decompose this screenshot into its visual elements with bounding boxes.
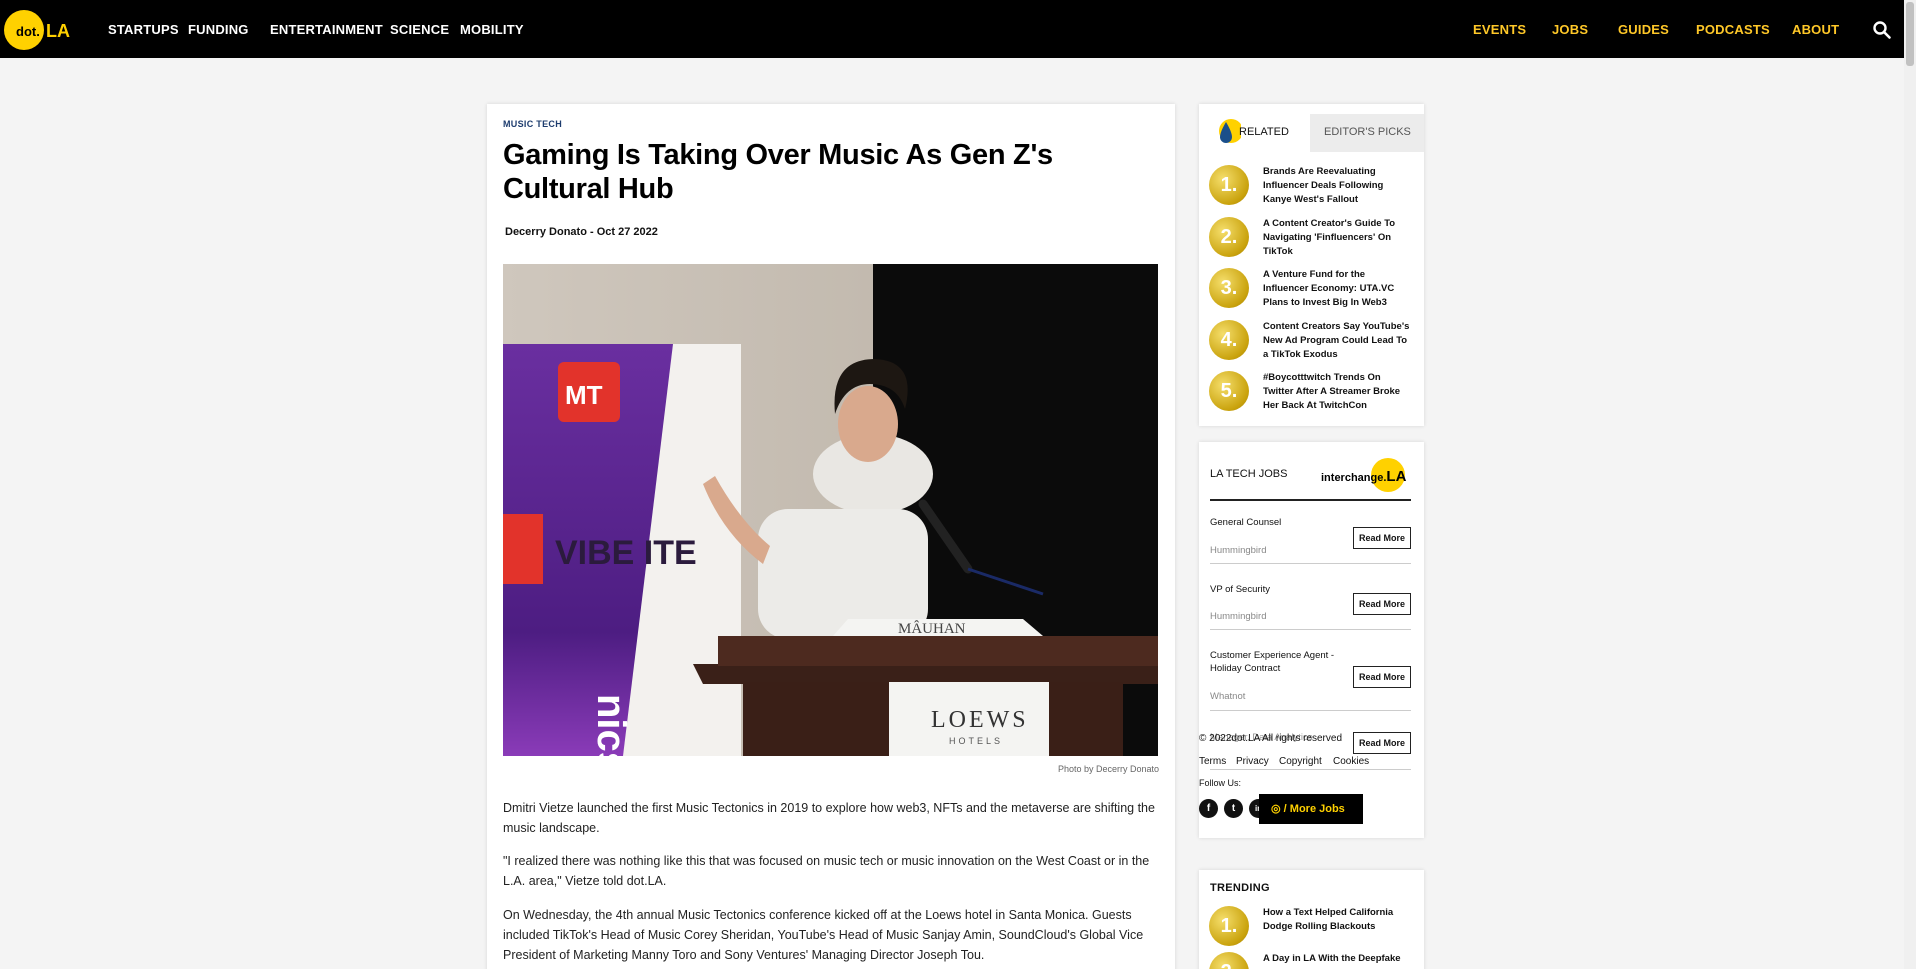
job-company: Hummingbird: [1210, 611, 1267, 622]
tab-related-label: RELATED: [1239, 126, 1289, 138]
page-scrollbar[interactable]: [1904, 0, 1916, 969]
related-item[interactable]: 2. A Content Creator's Guide To Navigati…: [1209, 217, 1419, 265]
article-title: Gaming Is Taking Over Music As Gen Z's C…: [503, 139, 1053, 205]
article-byline: Decerry Donato - Oct 27 2022: [505, 226, 658, 238]
copyright-text: © 2022dot.LA All rights reserved: [1199, 733, 1343, 744]
footer-link-terms[interactable]: Terms: [1199, 756, 1226, 767]
related-item-title: Content Creators Say YouTube's New Ad Pr…: [1263, 321, 1410, 360]
nav-about[interactable]: ABOUT: [1792, 22, 1839, 37]
droplet-icon: [1219, 119, 1241, 143]
nav-mobility[interactable]: MOBILITY: [460, 22, 524, 37]
jobs-divider: [1210, 499, 1411, 501]
logo-la-text: LA: [46, 21, 70, 41]
more-jobs-button[interactable]: ◎ / More Jobs: [1259, 794, 1363, 824]
footer-link-privacy[interactable]: Privacy: [1236, 756, 1269, 767]
article-category[interactable]: MUSIC TECH: [503, 119, 562, 129]
article-paragraph-3: On Wednesday, the 4th annual Music Tecto…: [503, 908, 1144, 962]
nav-events[interactable]: EVENTS: [1473, 22, 1526, 37]
trending-panel: TRENDING 1. How a Text Helped California…: [1199, 870, 1424, 969]
dotla-logo[interactable]: dot. LA: [4, 10, 70, 50]
related-item[interactable]: 4. Content Creators Say YouTube's New Ad…: [1209, 320, 1419, 368]
top-nav: dot. LA STARTUPS FUNDING ENTERTAINMENT S…: [0, 0, 1904, 58]
read-more-button[interactable]: Read More: [1353, 666, 1411, 688]
job-divider: [1210, 629, 1411, 630]
twitter-icon[interactable]: t: [1224, 799, 1243, 818]
nav-funding[interactable]: FUNDING: [188, 22, 249, 37]
read-more-button[interactable]: Read More: [1353, 593, 1411, 615]
tab-editors-picks[interactable]: EDITOR'S PICKS: [1310, 114, 1424, 152]
job-title[interactable]: VP of Security: [1210, 583, 1350, 596]
related-item[interactable]: 3. A Venture Fund for the Influencer Eco…: [1209, 268, 1419, 316]
rank-medal-icon: 1.: [1209, 906, 1249, 946]
related-item-title: A Content Creator's Guide To Navigating …: [1263, 218, 1396, 257]
tab-editors-label: EDITOR'S PICKS: [1324, 126, 1411, 138]
related-panel: RELATED EDITOR'S PICKS 1. Brands Are Ree…: [1199, 104, 1424, 426]
related-item[interactable]: 5. #Boycotttwitch Trends On Twitter Afte…: [1209, 371, 1419, 419]
hero-photo-illustration: VIBE ITE MT nics MÂUHAN LOEWS HOTELS: [503, 264, 1158, 756]
podium-brand: LOEWS: [931, 707, 1029, 733]
more-jobs-label: / More Jobs: [1283, 803, 1345, 815]
logo-dot-text: dot.: [16, 24, 40, 39]
job-divider: [1210, 563, 1411, 564]
banner-side-text: nics: [589, 694, 633, 756]
instagram-icon: ◎: [1271, 803, 1281, 815]
interchange-logo-text: interchange.LA: [1321, 468, 1407, 485]
trending-title: TRENDING: [1210, 882, 1270, 894]
jobs-title: LA TECH JOBS: [1210, 468, 1288, 480]
footer-link-copyright[interactable]: Copyright: [1279, 756, 1322, 767]
nav-podcasts[interactable]: PODCASTS: [1696, 22, 1770, 37]
job-company: Whatnot: [1210, 691, 1246, 702]
photo-caption: Photo by Decerry Donato: [1057, 764, 1159, 774]
nav-guides[interactable]: GUIDES: [1618, 22, 1669, 37]
tab-related[interactable]: RELATED: [1199, 114, 1310, 152]
podium-sub: HOTELS: [949, 736, 1003, 746]
scrollbar-thumb[interactable]: [1906, 2, 1914, 66]
follow-us-label: Follow Us:: [1199, 778, 1242, 788]
job-title[interactable]: General Counsel: [1210, 516, 1350, 529]
article-paragraph-1: Dmitri Vietze launched the first Music T…: [503, 801, 1155, 835]
job-divider: [1210, 769, 1411, 770]
related-item-title: A Venture Fund for the Influencer Econom…: [1263, 269, 1395, 308]
trending-item[interactable]: 2. A Day in LA With the Deepfake: [1209, 952, 1419, 969]
article-card: MUSIC TECH Gaming Is Taking Over Music A…: [487, 104, 1175, 969]
article-hero-photo: VIBE ITE MT nics MÂUHAN LOEWS HOTELS: [503, 264, 1158, 756]
rank-medal-icon: 3.: [1209, 268, 1249, 308]
read-more-button[interactable]: Read More: [1353, 527, 1411, 549]
banner-text: VIBE ITE: [555, 534, 697, 572]
related-item[interactable]: 1. Brands Are Reevaluating Influencer De…: [1209, 165, 1419, 213]
job-company: Hummingbird: [1210, 545, 1267, 556]
related-item-title: Brands Are Reevaluating Influencer Deals…: [1263, 166, 1384, 205]
nameplate-text: MÂUHAN: [898, 620, 966, 637]
interchange-logo[interactable]: interchange.LA: [1321, 458, 1407, 492]
trending-item-title: How a Text Helped California Dodge Rolli…: [1263, 907, 1394, 932]
read-more-button[interactable]: Read More: [1353, 732, 1411, 754]
footer-link-cookies[interactable]: Cookies: [1333, 756, 1369, 767]
banner-logo: MT: [565, 380, 603, 410]
nav-entertainment[interactable]: ENTERTAINMENT: [270, 22, 383, 37]
search-icon[interactable]: [1872, 20, 1892, 40]
job-divider: [1210, 710, 1411, 711]
rank-medal-icon: 1.: [1209, 165, 1249, 205]
rank-medal-icon: 5.: [1209, 371, 1249, 411]
related-item-title: #Boycotttwitch Trends On Twitter After A…: [1263, 372, 1401, 411]
nav-science[interactable]: SCIENCE: [390, 22, 449, 37]
facebook-icon[interactable]: f: [1199, 799, 1218, 818]
article-paragraph-2: "I realized there was nothing like this …: [503, 854, 1150, 888]
nav-jobs[interactable]: JOBS: [1552, 22, 1588, 37]
nav-startups[interactable]: STARTUPS: [108, 22, 179, 37]
trending-item-title: A Day in LA With the Deepfake: [1263, 953, 1401, 964]
rank-medal-icon: 2.: [1209, 217, 1249, 257]
rank-medal-icon: 4.: [1209, 320, 1249, 360]
rank-medal-icon: 2.: [1209, 952, 1249, 969]
trending-item[interactable]: 1. How a Text Helped California Dodge Ro…: [1209, 906, 1419, 954]
job-title[interactable]: Customer Experience Agent - Holiday Cont…: [1210, 649, 1350, 675]
